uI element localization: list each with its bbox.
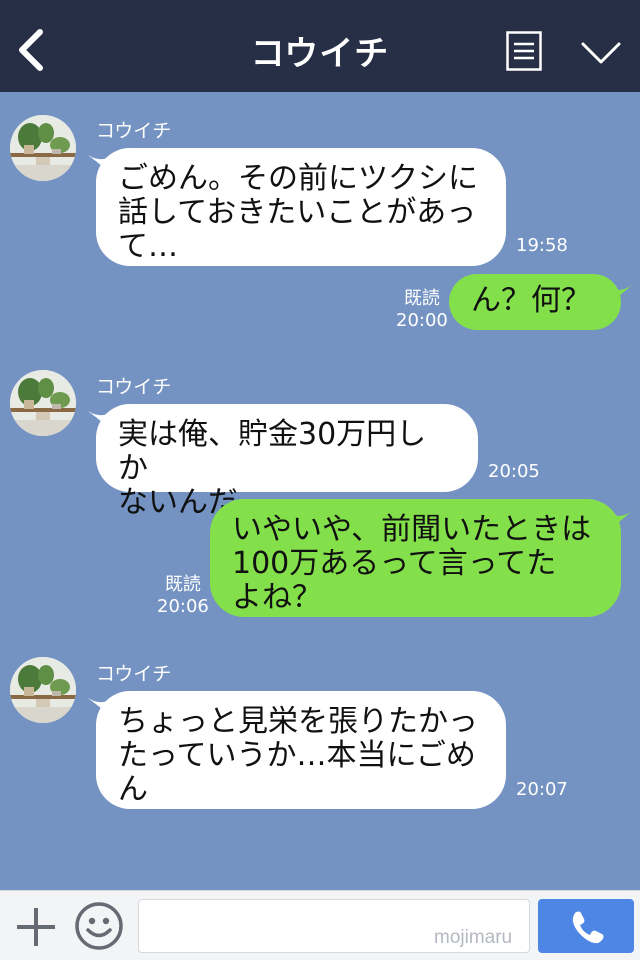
list-icon [506,31,542,71]
menu-button[interactable] [506,31,542,71]
message-time: 19:58 [516,235,568,256]
plus-icon [17,908,55,946]
plant-avatar-icon [10,115,76,181]
message-time: 20:06 [157,596,209,617]
input-bar: mojimaru [0,890,640,960]
avatar[interactable] [10,115,76,181]
sender-name: コウイチ [96,663,172,685]
message-line: ん [118,772,148,807]
message-line: ごめん。その前にツクシに [118,161,478,196]
watermark-text: mojimaru [434,927,513,948]
message-line: て… [118,229,178,264]
message-line: 話しておきたいことがあっ [118,195,477,230]
message-time: 20:05 [488,461,540,482]
phone-icon [572,911,604,944]
message-line: よね？ [232,580,322,615]
chat-title: コウイチ [250,34,390,74]
read-label: 既読 [403,288,440,309]
read-status: 既読 20:06 [157,574,209,618]
add-button[interactable] [14,905,58,949]
chevron-down-icon [581,42,621,64]
message-line: ちょっと見栄を張りたかっ [118,704,478,739]
plant-avatar-icon [10,657,76,723]
message-time: 20:07 [516,779,568,800]
plant-avatar-icon [10,370,76,436]
message-bubble-incoming[interactable]: ちょっと見栄を張りたかっ たっていうか…本当にごめ ん [96,691,506,809]
expand-button[interactable] [580,38,622,68]
message-time: 20:00 [396,310,448,331]
emoji-button[interactable] [74,901,124,951]
read-label: 既読 [164,574,201,595]
message-bubble-incoming[interactable]: ごめん。その前にツクシに 話しておきたいことがあっ て… [96,148,506,266]
call-button[interactable] [538,899,634,953]
chat-header: コウイチ [0,0,640,92]
message-bubble-outgoing[interactable]: いやいや、前聞いたときは 100万あるって言ってた よね？ [210,499,621,617]
message-line: 100万あるって言ってた [232,546,557,581]
message-line: いやいや、前聞いたときは [232,512,592,547]
sender-name: コウイチ [96,120,172,142]
avatar[interactable] [10,370,76,436]
smiley-icon [75,902,123,950]
message-line: ん？何？ [471,283,591,318]
chat-area[interactable]: コウイチ ごめん。その前にツクシに 話しておきたいことがあっ て… 19:58 … [0,92,640,890]
sender-name: コウイチ [96,376,172,398]
message-line: たっていうか…本当にごめ [118,738,476,773]
message-bubble-outgoing[interactable]: ん？何？ [449,274,621,330]
message-line: 実は俺、貯金30万円しか [118,417,427,486]
avatar[interactable] [10,657,76,723]
read-status: 既読 20:00 [396,288,448,332]
message-bubble-incoming[interactable]: 実は俺、貯金30万円しか ないんだ [96,404,478,520]
